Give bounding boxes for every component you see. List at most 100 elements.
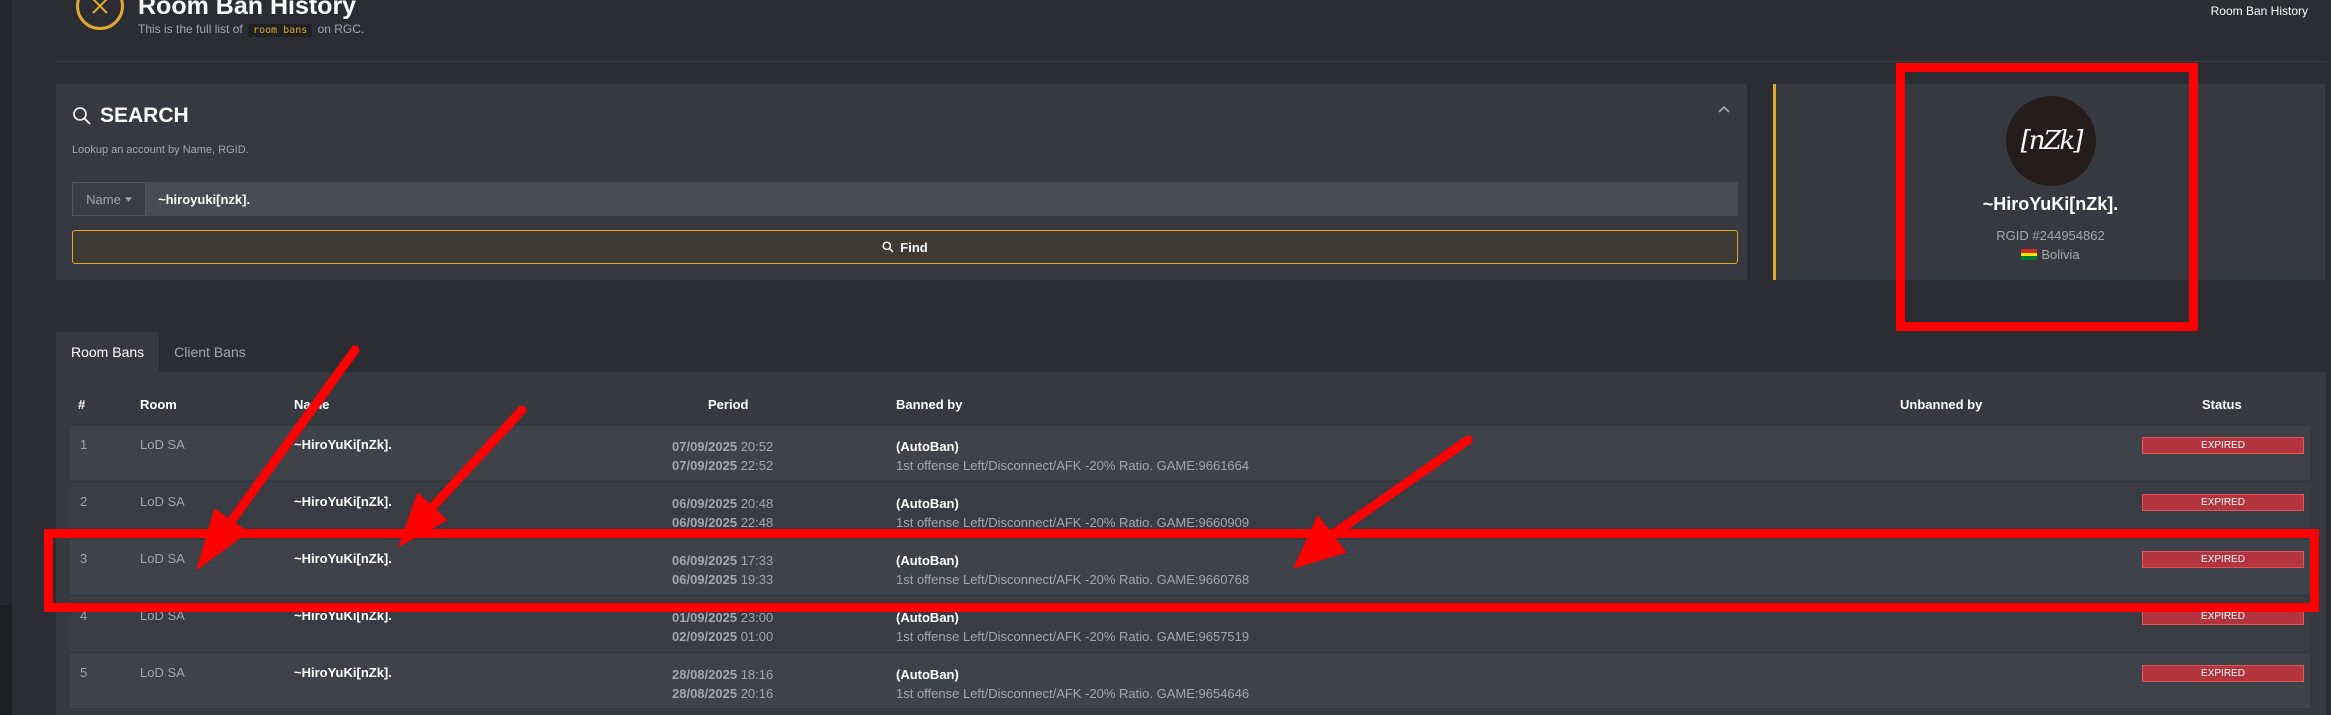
page-header: Room Ban History This is the full list o… [56, 0, 2326, 62]
status-badge: EXPIRED [2142, 437, 2304, 454]
avatar-logo-text: [nZk] [2020, 126, 2084, 156]
search-row: Name [72, 182, 1738, 216]
column-header-num: # [78, 397, 86, 412]
search-input[interactable] [146, 182, 1738, 216]
period-start-time: 23:00 [740, 610, 774, 625]
table-row[interactable]: 1 LoD SA ~HiroYuKi[nZk]. 07/09/2025 20:5… [70, 426, 2310, 480]
status-badge: EXPIRED [2142, 608, 2304, 625]
period-start-time: 18:16 [740, 667, 774, 682]
breadcrumb-current[interactable]: Room Ban History [2211, 4, 2308, 18]
row-room: LoD SA [140, 494, 185, 509]
row-banned-by: (AutoBan) 1st offense Left/Disconnect/AF… [896, 665, 1249, 703]
row-banned-by: (AutoBan) 1st offense Left/Disconnect/AF… [896, 437, 1249, 475]
find-button-label: Find [900, 239, 928, 255]
row-num: 5 [80, 665, 88, 680]
period-start-date: 28/08/2025 [672, 667, 738, 682]
search-title-label: SEARCH [100, 104, 189, 127]
search-panel: SEARCH Lookup an account by Name, RGID. … [56, 84, 1747, 280]
column-header-room: Room [140, 397, 177, 412]
page-title: Room Ban History [138, 0, 357, 20]
x-glyph [92, 0, 108, 14]
row-period: 01/09/2025 23:00 02/09/2025 01:00 [672, 608, 773, 646]
column-header-status: Status [2202, 397, 2242, 412]
table-row[interactable]: 3 LoD SA ~HiroYuKi[nZk]. 06/09/2025 17:3… [70, 540, 2310, 594]
period-start-time: 20:52 [740, 439, 774, 454]
period-end-date: 06/09/2025 [672, 515, 738, 530]
banned-by-name: (AutoBan) [896, 496, 959, 511]
row-banned-by: (AutoBan) 1st offense Left/Disconnect/AF… [896, 494, 1249, 532]
row-name: ~HiroYuKi[nZk]. [294, 494, 392, 509]
profile-name: ~HiroYuKi[nZk]. [1982, 194, 2119, 214]
row-period: 06/09/2025 20:48 06/09/2025 22:48 [672, 494, 773, 532]
left-edge-strip [0, 0, 12, 715]
period-end-time: 01:00 [740, 629, 774, 644]
row-num: 2 [80, 494, 88, 509]
row-period: 28/08/2025 18:16 28/08/2025 20:16 [672, 665, 773, 703]
status-badge: EXPIRED [2142, 665, 2304, 682]
row-name: ~HiroYuKi[nZk]. [294, 608, 392, 623]
search-type-select[interactable]: Name [72, 182, 146, 216]
row-name: ~HiroYuKi[nZk]. [294, 551, 392, 566]
period-start-date: 06/09/2025 [672, 553, 738, 568]
period-end-time: 22:52 [740, 458, 774, 473]
chevron-up-icon [1718, 105, 1730, 113]
ban-tabs: Room Bans Client Bans [56, 332, 261, 372]
period-start-date: 06/09/2025 [672, 496, 738, 511]
row-banned-by: (AutoBan) 1st offense Left/Disconnect/AF… [896, 551, 1249, 589]
row-banned-by: (AutoBan) 1st offense Left/Disconnect/AF… [896, 608, 1249, 646]
search-description: Lookup an account by Name, RGID. [72, 144, 249, 156]
table-row[interactable]: 5 LoD SA ~HiroYuKi[nZk]. 28/08/2025 18:1… [70, 654, 2310, 708]
row-name: ~HiroYuKi[nZk]. [294, 437, 392, 452]
row-num: 4 [80, 608, 88, 623]
period-start-date: 01/09/2025 [672, 610, 738, 625]
page-subtitle: This is the full list of room bans on RG… [138, 22, 365, 37]
subtitle-text-after: on RGC. [317, 22, 365, 36]
collapse-button[interactable] [1715, 100, 1733, 118]
x-circle-icon [76, 0, 124, 30]
row-room: LoD SA [140, 551, 185, 566]
banned-by-name: (AutoBan) [896, 667, 959, 682]
ban-reason: 1st offense Left/Disconnect/AFK -20% Rat… [896, 458, 1250, 473]
period-end-date: 28/08/2025 [672, 686, 738, 701]
row-num: 1 [80, 437, 88, 452]
period-end-time: 22:48 [740, 515, 774, 530]
period-start-time: 17:33 [740, 553, 774, 568]
period-end-date: 06/09/2025 [672, 572, 738, 587]
period-end-time: 19:33 [740, 572, 774, 587]
subtitle-text-before: This is the full list of [138, 22, 243, 36]
row-room: LoD SA [140, 608, 185, 623]
row-num: 3 [80, 551, 88, 566]
avatar: [nZk] [2006, 96, 2096, 186]
search-type-value: Name [86, 191, 121, 207]
row-period: 07/09/2025 20:52 07/09/2025 22:52 [672, 437, 773, 475]
ban-reason: 1st offense Left/Disconnect/AFK -20% Rat… [896, 629, 1250, 644]
status-badge: EXPIRED [2142, 551, 2304, 568]
find-button[interactable]: Find [72, 230, 1738, 264]
tab-client-bans[interactable]: Client Bans [159, 332, 261, 372]
profile-country-label: Bolivia [2041, 247, 2080, 262]
period-start-date: 07/09/2025 [672, 439, 738, 454]
table-row[interactable]: 4 LoD SA ~HiroYuKi[nZk]. 01/09/2025 23:0… [70, 597, 2310, 651]
profile-panel: [nZk] ~HiroYuKi[nZk]. RGID #244954862 Bo… [1773, 84, 2325, 280]
ban-reason: 1st offense Left/Disconnect/AFK -20% Rat… [896, 515, 1250, 530]
caret-down-icon [124, 196, 132, 202]
subtitle-code: room bans [248, 24, 313, 37]
period-end-date: 07/09/2025 [672, 458, 738, 473]
left-edge-strip-bottom [0, 605, 12, 715]
status-badge: EXPIRED [2142, 494, 2304, 511]
row-room: LoD SA [140, 437, 185, 452]
profile-country: Bolivia [1776, 247, 2325, 262]
banned-by-name: (AutoBan) [896, 610, 959, 625]
banned-by-name: (AutoBan) [896, 439, 959, 454]
tab-room-bans[interactable]: Room Bans [56, 332, 160, 372]
column-header-period: Period [708, 397, 749, 412]
period-end-time: 20:16 [740, 686, 774, 701]
ban-reason: 1st offense Left/Disconnect/AFK -20% Rat… [896, 686, 1250, 701]
search-icon [882, 241, 894, 253]
ban-reason: 1st offense Left/Disconnect/AFK -20% Rat… [896, 572, 1250, 587]
search-icon [73, 107, 91, 125]
table-row[interactable]: 2 LoD SA ~HiroYuKi[nZk]. 06/09/2025 20:4… [70, 483, 2310, 537]
search-title: SEARCH [72, 104, 189, 128]
banned-by-name: (AutoBan) [896, 553, 959, 568]
row-name: ~HiroYuKi[nZk]. [294, 665, 392, 680]
